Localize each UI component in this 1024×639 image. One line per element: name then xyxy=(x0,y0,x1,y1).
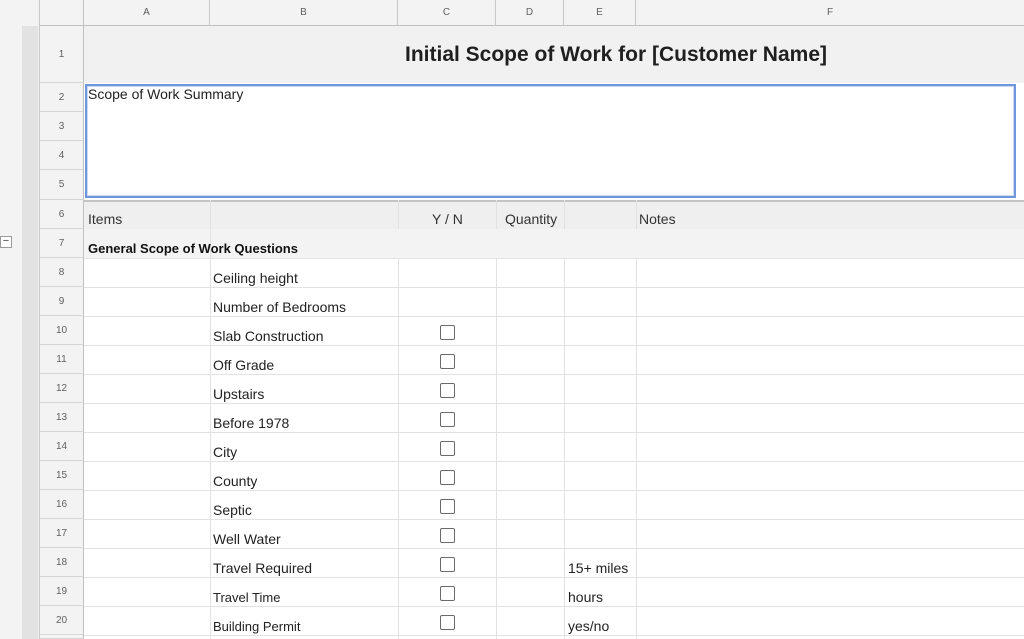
item-travel-required: Travel Required xyxy=(213,560,313,576)
column-header-f[interactable]: F xyxy=(636,0,1024,26)
checkbox-well-water[interactable] xyxy=(440,528,455,543)
grid-line xyxy=(84,577,1024,578)
grid-line xyxy=(398,200,399,229)
unit-building-permit: yes/no xyxy=(568,618,610,634)
row-header-18[interactable]: 18 xyxy=(40,548,84,577)
grid-line xyxy=(84,403,1024,404)
yn-header: Y / N xyxy=(432,211,463,227)
unit-travel-required: 15+ miles xyxy=(568,560,629,576)
quantity-header: Quantity xyxy=(505,211,558,227)
column-header-e[interactable]: E xyxy=(564,0,636,26)
row-header-10[interactable]: 10 xyxy=(40,316,84,345)
item-slab-construction: Slab Construction xyxy=(213,328,324,344)
item-well-water: Well Water xyxy=(213,531,281,547)
row-header-13[interactable]: 13 xyxy=(40,403,84,432)
checkbox-off-grade[interactable] xyxy=(440,354,455,369)
column-header-d[interactable]: D xyxy=(496,0,564,26)
checkbox-before-1978[interactable] xyxy=(440,412,455,427)
row-header-15[interactable]: 15 xyxy=(40,461,84,490)
grid-line xyxy=(84,316,1024,317)
column-header-b[interactable]: B xyxy=(210,0,398,26)
item-building-permit: Building Permit xyxy=(213,619,301,634)
notes-header: Notes xyxy=(639,211,676,227)
item-county: County xyxy=(213,473,258,489)
checkbox-upstairs[interactable] xyxy=(440,383,455,398)
row-header-3[interactable]: 3 xyxy=(40,112,84,141)
grid-line xyxy=(210,200,211,639)
row-header-16[interactable]: 16 xyxy=(40,490,84,519)
grid-line xyxy=(84,490,1024,491)
row-header-19[interactable]: 19 xyxy=(40,577,84,606)
grid-line xyxy=(84,519,1024,520)
item-before-1978: Before 1978 xyxy=(213,415,290,431)
row-header-4[interactable]: 4 xyxy=(40,141,84,170)
row-header-6[interactable]: 6 xyxy=(40,200,84,229)
checkbox-travel-required[interactable] xyxy=(440,557,455,572)
column-header-a[interactable]: A xyxy=(84,0,210,26)
column-header-c[interactable]: C xyxy=(398,0,496,26)
grid-line xyxy=(84,461,1024,462)
grid-line xyxy=(84,258,1024,259)
checkbox-slab-construction[interactable] xyxy=(440,325,455,340)
collapse-group-button[interactable]: − xyxy=(0,236,12,248)
row-header-12[interactable]: 12 xyxy=(40,374,84,403)
item-off-grade: Off Grade xyxy=(213,357,275,373)
row-header-5[interactable]: 5 xyxy=(40,170,84,200)
item-upstairs: Upstairs xyxy=(213,386,265,402)
summary-label: Scope of Work Summary xyxy=(88,86,244,102)
row-header-1[interactable]: 1 xyxy=(40,26,84,83)
row-header-7[interactable]: 7 xyxy=(40,229,84,258)
items-header: Items xyxy=(88,211,123,227)
item-ceiling-height: Ceiling height xyxy=(213,270,298,286)
unit-travel-time: hours xyxy=(568,589,604,605)
row-header-9[interactable]: 9 xyxy=(40,287,84,316)
item-septic: Septic xyxy=(213,502,252,518)
item-travel-time: Travel Time xyxy=(213,590,281,605)
grid-line xyxy=(564,200,565,229)
row-group-bar xyxy=(22,26,38,639)
item-number-of-bedrooms: Number of Bedrooms xyxy=(213,299,347,315)
checkbox-travel-time[interactable] xyxy=(440,586,455,601)
grid-line xyxy=(496,200,497,229)
grid-line xyxy=(84,606,1024,607)
select-all-corner[interactable] xyxy=(40,0,84,26)
checkbox-county[interactable] xyxy=(440,470,455,485)
sheet-title: Initial Scope of Work for [Customer Name… xyxy=(405,43,827,66)
grid-line xyxy=(84,432,1024,433)
checkbox-city[interactable] xyxy=(440,441,455,456)
row-header-17[interactable]: 17 xyxy=(40,519,84,548)
row-header-2[interactable]: 2 xyxy=(40,83,84,112)
checkbox-building-permit[interactable] xyxy=(440,615,455,630)
grid-line xyxy=(84,287,1024,288)
row-header-14[interactable]: 14 xyxy=(40,432,84,461)
grid-line xyxy=(84,548,1024,549)
grid-line xyxy=(84,374,1024,375)
row-header-8[interactable]: 8 xyxy=(40,258,84,287)
row-header-20[interactable]: 20 xyxy=(40,606,84,635)
checkbox-septic[interactable] xyxy=(440,499,455,514)
grid-line xyxy=(84,345,1024,346)
item-city: City xyxy=(213,444,238,460)
grid-line xyxy=(84,635,1024,636)
section-title: General Scope of Work Questions xyxy=(88,241,298,256)
row-header-21[interactable] xyxy=(40,635,84,639)
grid-line xyxy=(636,200,637,229)
row-header-11[interactable]: 11 xyxy=(40,345,84,374)
